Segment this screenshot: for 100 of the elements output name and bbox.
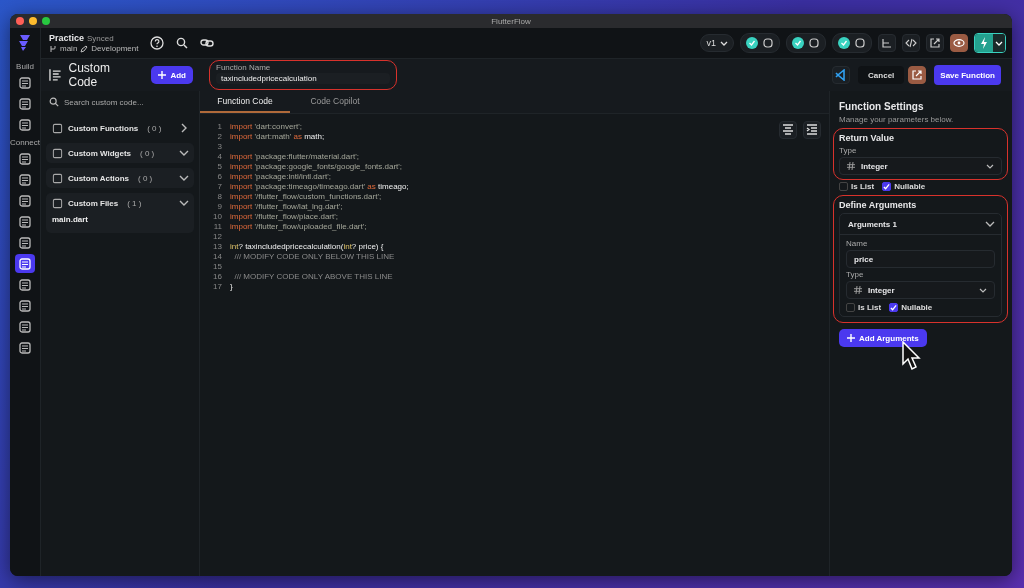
- list-icon: [18, 193, 32, 208]
- align-center-icon: [782, 124, 794, 136]
- help-icon[interactable]: [150, 36, 165, 50]
- branch-icon: [881, 37, 893, 49]
- code-button[interactable]: [902, 34, 920, 52]
- checkbox-label: Is List: [851, 182, 875, 191]
- lightning-icon: [980, 37, 988, 49]
- tool-icon[interactable]: [762, 37, 774, 49]
- minimize-window-button[interactable]: [29, 17, 37, 25]
- settings-subtitle: Manage your parameters below.: [839, 115, 955, 124]
- file-item[interactable]: main.dart: [46, 213, 194, 233]
- version-dropdown[interactable]: v1: [700, 34, 734, 52]
- checkbox[interactable]: [839, 182, 848, 191]
- code-line: import 'package:intl/intl.dart';: [230, 171, 331, 181]
- settings-title: Function Settings: [839, 101, 925, 112]
- add-button[interactable]: Add: [151, 66, 193, 84]
- line-number: 10: [212, 211, 222, 221]
- save-function-button[interactable]: Save Function: [934, 65, 1001, 85]
- group-count: ( 1 ): [127, 198, 142, 208]
- page-title: Custom Code: [68, 61, 111, 89]
- caret-icon: [720, 40, 728, 46]
- code-line: import 'dart:convert';: [230, 121, 302, 131]
- checkbox-label: Is List: [858, 303, 882, 312]
- line-number: 6: [216, 171, 222, 181]
- function-name-field[interactable]: Function Name taxincludedpricecalculation: [209, 60, 397, 90]
- group-count: ( 0 ): [138, 173, 153, 183]
- list-icon: [18, 298, 32, 313]
- line-number: 4: [216, 151, 222, 161]
- type-dropdown[interactable]: Integer: [846, 281, 995, 299]
- rail-section-label: Build: [16, 62, 34, 71]
- chevron-down-icon: [986, 163, 994, 169]
- pencil-icon: [80, 44, 89, 53]
- editor-button[interactable]: [832, 66, 851, 84]
- tool-icon[interactable]: [808, 37, 820, 49]
- search-icon: [49, 97, 59, 107]
- list-icon: [18, 340, 32, 355]
- line-number: 1: [216, 121, 222, 131]
- checkbox[interactable]: [889, 303, 899, 312]
- code-line: import 'dart:math' as math;: [230, 131, 325, 141]
- window-title: FlutterFlow: [491, 16, 531, 26]
- cancel-button[interactable]: Cancel: [858, 66, 905, 84]
- branch-button[interactable]: [878, 34, 896, 52]
- checkbox[interactable]: [846, 303, 855, 312]
- line-number: 12: [212, 231, 222, 241]
- environment-label[interactable]: Development: [91, 44, 139, 53]
- open-external-button[interactable]: [908, 66, 927, 84]
- line-number: 14: [212, 251, 222, 261]
- list-icon: [18, 151, 32, 166]
- group-count: ( 0 ): [147, 123, 162, 133]
- checkbox[interactable]: [882, 182, 892, 191]
- line-number: 8: [216, 191, 222, 201]
- checkbox-label: Nullable: [901, 303, 933, 312]
- plus-icon: [158, 71, 167, 79]
- code-line: }: [230, 281, 233, 291]
- tool-icon[interactable]: [854, 37, 866, 49]
- file-icon: [52, 172, 63, 184]
- group-title[interactable]: Custom Actions: [68, 173, 130, 183]
- close-window-button[interactable]: [16, 17, 24, 25]
- link-icon[interactable]: [200, 37, 215, 49]
- list-icon: [18, 319, 32, 334]
- rail-section-label: Connect: [10, 138, 40, 147]
- branch-icon: [49, 44, 57, 53]
- chevron-down-icon[interactable]: [179, 173, 189, 183]
- line-number: 17: [212, 281, 222, 291]
- branch-label[interactable]: main: [60, 44, 78, 53]
- file-icon: [52, 197, 63, 209]
- group-title[interactable]: Custom Widgets: [68, 148, 132, 158]
- nav-rail-button[interactable]: [15, 254, 35, 273]
- line-number: 5: [216, 161, 222, 171]
- group-title[interactable]: Custom Files: [68, 198, 119, 208]
- line-number: 7: [216, 181, 222, 191]
- chevron-icon[interactable]: [985, 219, 995, 229]
- type-dropdown[interactable]: Integer: [839, 157, 1002, 175]
- open-external-button[interactable]: [926, 34, 944, 52]
- hash-icon: [854, 286, 862, 294]
- eye-icon: [953, 39, 965, 47]
- chevron-right-icon[interactable]: [179, 123, 189, 133]
- file-icon: [52, 147, 63, 159]
- editor-tab[interactable]: Code Copilot: [290, 91, 380, 113]
- format-button[interactable]: [779, 121, 797, 139]
- name-field[interactable]: price: [846, 250, 995, 268]
- add-arguments-button[interactable]: Add Arguments: [839, 329, 927, 347]
- chevron-down-icon: [979, 287, 987, 293]
- chevron-down-icon[interactable]: [179, 148, 189, 158]
- section-title: Return Value: [839, 133, 895, 143]
- run-options-button[interactable]: [993, 34, 1005, 52]
- code-line: import 'package:flutter/material.dart';: [230, 151, 359, 161]
- indent-button[interactable]: [803, 121, 821, 139]
- checkbox-label: Nullable: [894, 182, 926, 191]
- preview-button[interactable]: [950, 34, 968, 52]
- open-external-icon: [911, 69, 924, 81]
- search-field[interactable]: Search custom code...: [64, 97, 184, 107]
- search-icon[interactable]: [176, 37, 189, 49]
- code-line: import '/flutter_flow/place.dart';: [230, 211, 338, 221]
- group-title[interactable]: Custom Functions: [68, 123, 139, 133]
- caret-icon: [995, 40, 1003, 46]
- mouse-pointer-icon: [901, 341, 923, 371]
- chevron-down-icon[interactable]: [179, 198, 189, 208]
- zoom-window-button[interactable]: [42, 17, 50, 25]
- project-name: Practice: [49, 33, 85, 43]
